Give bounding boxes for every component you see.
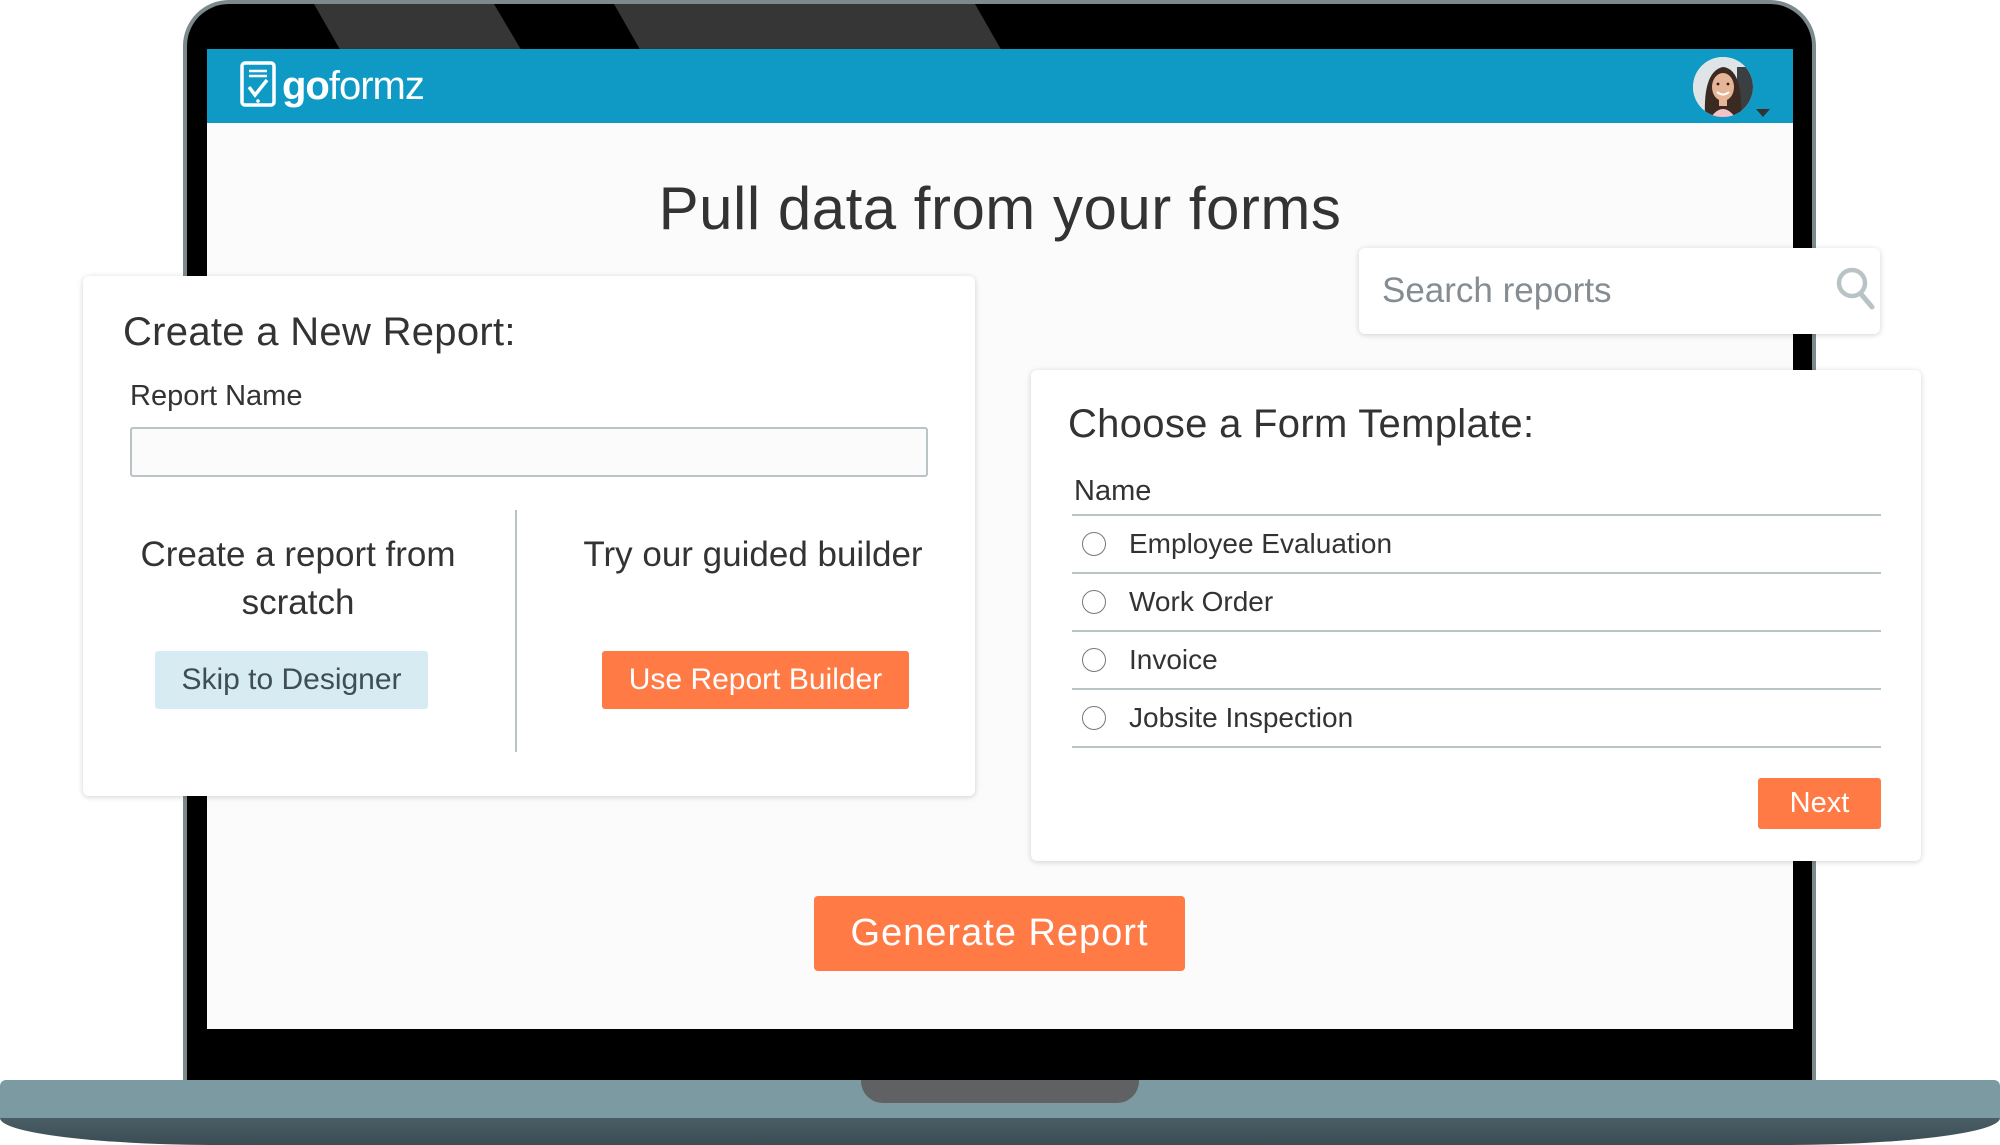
radio-button[interactable] [1082, 648, 1106, 672]
screen-glare [314, 4, 1003, 53]
generate-report-button[interactable]: Generate Report [814, 896, 1185, 971]
app-header: goformz [207, 49, 1793, 123]
goformz-logo[interactable]: goformz [240, 60, 425, 112]
brand-formz: formz [328, 64, 425, 108]
report-name-label: Report Name [130, 380, 303, 412]
brand-name: goformz [282, 64, 425, 108]
table-row[interactable]: Work Order [1072, 574, 1881, 632]
guided-option-text: Try our guided builder [583, 535, 923, 574]
tablet-checkmark-icon [240, 60, 276, 112]
options-divider [515, 510, 517, 752]
radio-button[interactable] [1082, 532, 1106, 556]
scratch-option-text: Create a report from scratch [140, 535, 456, 622]
row-label: Employee Evaluation [1129, 528, 1393, 559]
table-row[interactable]: Invoice [1072, 632, 1881, 690]
use-report-builder-button[interactable]: Use Report Builder [602, 651, 909, 709]
laptop-notch [861, 1080, 1139, 1103]
laptop-base-edge [0, 1118, 2000, 1145]
brand-go: go [282, 64, 330, 108]
row-label: Jobsite Inspection [1129, 702, 1354, 733]
column-header-name: Name [1072, 471, 1881, 516]
search-reports-box [1359, 248, 1880, 334]
form-template-heading: Choose a Form Template: [1068, 402, 1535, 446]
create-report-heading: Create a New Report: [123, 310, 516, 354]
form-template-card: Choose a Form Template: Name Employee Ev… [1031, 370, 1921, 861]
template-table: Name Employee Evaluation Work Order Invo… [1072, 471, 1881, 748]
radio-button[interactable] [1082, 590, 1106, 614]
table-row[interactable]: Employee Evaluation [1072, 516, 1881, 574]
search-icon[interactable] [1835, 266, 1877, 317]
row-label: Work Order [1129, 586, 1274, 617]
search-input[interactable] [1380, 270, 1835, 312]
skip-to-designer-button[interactable]: Skip to Designer [155, 651, 428, 709]
next-button[interactable]: Next [1758, 778, 1881, 829]
radio-button[interactable] [1082, 706, 1106, 730]
page-title: Pull data from your forms [658, 175, 1342, 242]
report-name-input[interactable] [130, 427, 928, 477]
row-label: Invoice [1129, 644, 1218, 675]
caret-down-icon[interactable] [1756, 109, 1770, 117]
user-avatar[interactable] [1693, 57, 1753, 117]
create-report-card: Create a New Report: Report Name Create … [83, 276, 975, 796]
table-row[interactable]: Jobsite Inspection [1072, 690, 1881, 748]
